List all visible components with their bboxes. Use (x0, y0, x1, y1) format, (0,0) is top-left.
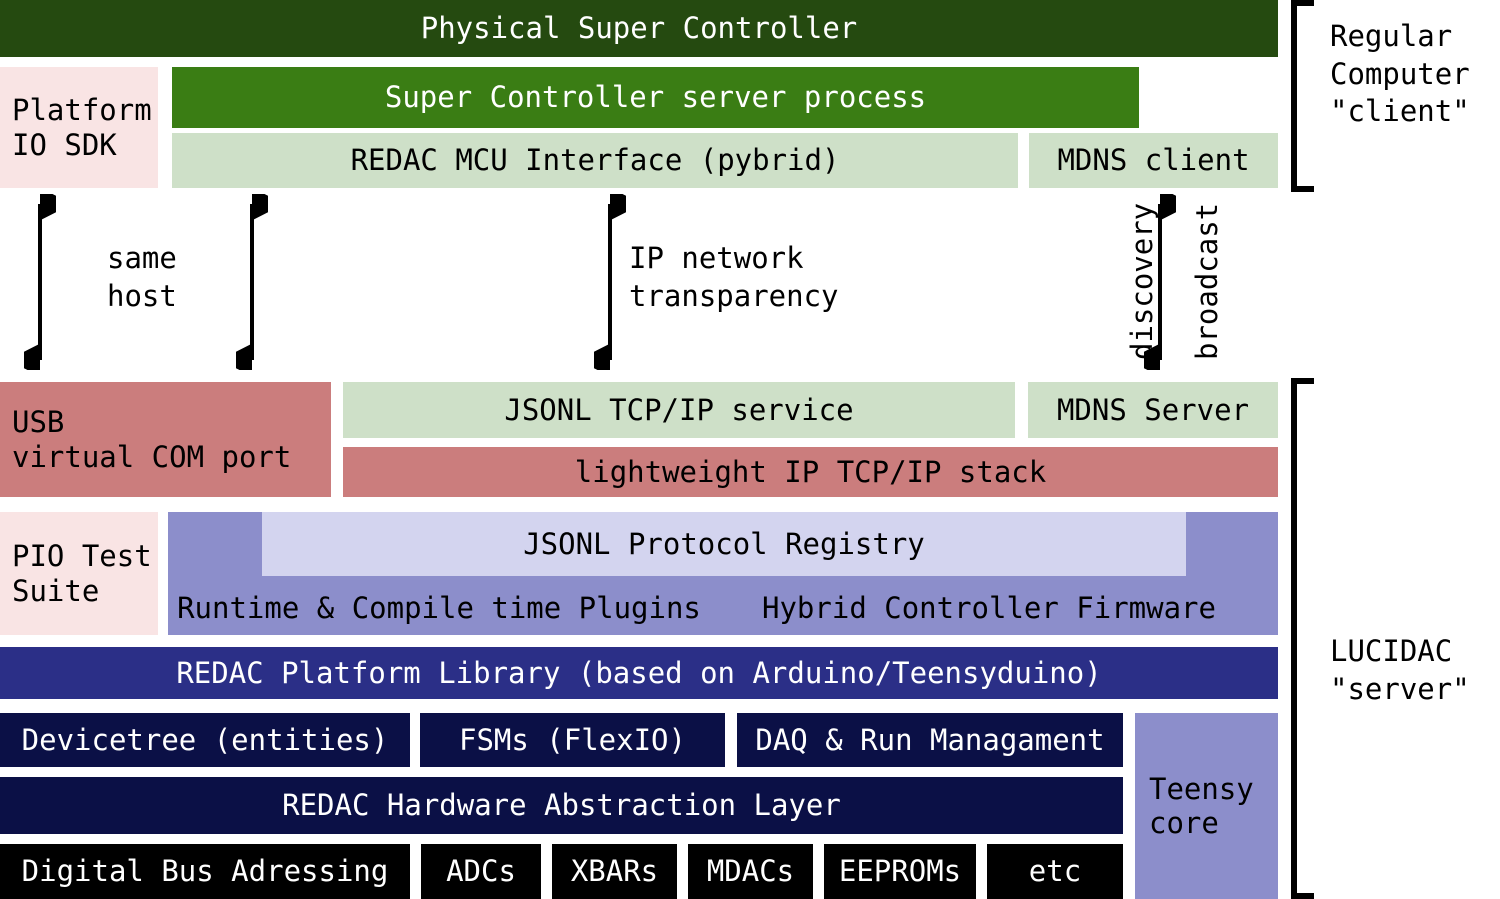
bracket-client (1291, 0, 1314, 192)
label-ip-network-transparency-text: IP network transparency (629, 241, 839, 313)
box-lightweight-ip-stack-label: lightweight IP TCP/IP stack (574, 454, 1047, 489)
box-physical-super-controller-label: Physical Super Controller (420, 11, 858, 46)
box-redac-mcu-interface-label: REDAC MCU Interface (pybrid) (350, 143, 840, 178)
label-client-bracket-text: Regular Computer "client" (1330, 19, 1470, 129)
label-server-bracket: LUCIDAC "server" (1330, 633, 1470, 708)
box-jsonl-protocol-registry: JSONL Protocol Registry (262, 512, 1186, 576)
box-mdns-server-label: MDNS Server (1056, 392, 1250, 427)
box-redac-mcu-interface: REDAC MCU Interface (pybrid) (172, 133, 1018, 188)
box-devicetree-label: Devicetree (entities) (21, 722, 389, 757)
box-peripheral-xbars-label: XBARs (570, 854, 659, 889)
box-teensy-core: Teensy core (1135, 713, 1278, 899)
box-super-controller-server-process: Super Controller server process (172, 67, 1139, 128)
label-discovery: discovery (1125, 203, 1159, 360)
box-devicetree: Devicetree (entities) (0, 713, 410, 767)
box-peripheral-etc: etc (987, 844, 1123, 899)
box-peripheral-digital-bus-adressing: Digital Bus Adressing (0, 844, 410, 899)
label-client-bracket: Regular Computer "client" (1330, 18, 1470, 131)
box-hybrid-controller-firmware: Hybrid Controller Firmware (725, 581, 1253, 635)
box-runtime-compile-plugins: Runtime & Compile time Plugins (168, 581, 710, 635)
box-platform-io-sdk: Platform IO SDK (0, 67, 158, 188)
arrow-same-host-left (24, 194, 56, 370)
label-same-host: same host (107, 240, 177, 315)
box-pio-test-suite-label: PIO Test Suite (12, 539, 152, 608)
architecture-diagram: Physical Super Controller Platform IO SD… (0, 0, 1500, 899)
box-super-controller-server-process-label: Super Controller server process (384, 80, 927, 115)
box-peripheral-eeproms: EEPROMs (824, 844, 976, 899)
box-peripheral-digital-bus-adressing-label: Digital Bus Adressing (21, 854, 389, 889)
box-usb-virtual-com-port-label: USB virtual COM port (12, 405, 292, 474)
box-usb-virtual-com-port: USB virtual COM port (0, 382, 331, 497)
box-jsonl-tcpip-service: JSONL TCP/IP service (343, 382, 1015, 438)
box-peripheral-etc-label: etc (1028, 854, 1082, 889)
box-teensy-core-label: Teensy core (1149, 771, 1254, 840)
label-ip-network-transparency: IP network transparency (629, 240, 839, 315)
box-pio-test-suite: PIO Test Suite (0, 512, 158, 635)
bracket-server (1291, 378, 1314, 899)
box-peripheral-xbars: XBARs (552, 844, 677, 899)
box-jsonl-tcpip-service-label: JSONL TCP/IP service (504, 392, 854, 427)
box-jsonl-protocol-registry-label: JSONL Protocol Registry (523, 526, 925, 561)
box-redac-hal: REDAC Hardware Abstraction Layer (0, 777, 1123, 834)
box-runtime-compile-plugins-label: Runtime & Compile time Plugins (177, 590, 701, 625)
box-mdns-server: MDNS Server (1028, 382, 1278, 438)
box-peripheral-mdacs-label: MDACs (706, 854, 795, 889)
arrow-ip-network-transparency (594, 194, 626, 370)
box-daq-run-management-label: DAQ & Run Managament (755, 722, 1105, 757)
box-fsms-flexio-label: FSMs (FlexIO) (459, 722, 686, 757)
arrow-same-host-right (236, 194, 268, 370)
label-server-bracket-text: LUCIDAC "server" (1330, 634, 1470, 706)
box-mdns-client-label: MDNS client (1057, 143, 1250, 178)
label-same-host-text: same host (107, 241, 177, 313)
box-redac-platform-library: REDAC Platform Library (based on Arduino… (0, 647, 1278, 699)
label-broadcast: broadcast (1190, 203, 1224, 360)
label-broadcast-text: broadcast (1190, 202, 1224, 360)
box-physical-super-controller: Physical Super Controller (0, 0, 1278, 57)
box-platform-io-sdk-label: Platform IO SDK (12, 93, 152, 162)
box-mdns-client: MDNS client (1029, 133, 1278, 188)
box-daq-run-management: DAQ & Run Managament (737, 713, 1123, 767)
box-redac-hal-label: REDAC Hardware Abstraction Layer (282, 788, 841, 823)
box-peripheral-adcs: ADCs (421, 844, 541, 899)
box-peripheral-eeproms-label: EEPROMs (838, 854, 962, 889)
box-peripheral-adcs-label: ADCs (446, 854, 516, 889)
box-peripheral-mdacs: MDACs (688, 844, 813, 899)
box-hybrid-controller-firmware-label: Hybrid Controller Firmware (762, 590, 1216, 625)
box-lightweight-ip-stack: lightweight IP TCP/IP stack (343, 447, 1278, 497)
box-fsms-flexio: FSMs (FlexIO) (420, 713, 725, 767)
label-discovery-text: discovery (1125, 202, 1159, 360)
box-redac-platform-library-label: REDAC Platform Library (based on Arduino… (176, 655, 1102, 690)
